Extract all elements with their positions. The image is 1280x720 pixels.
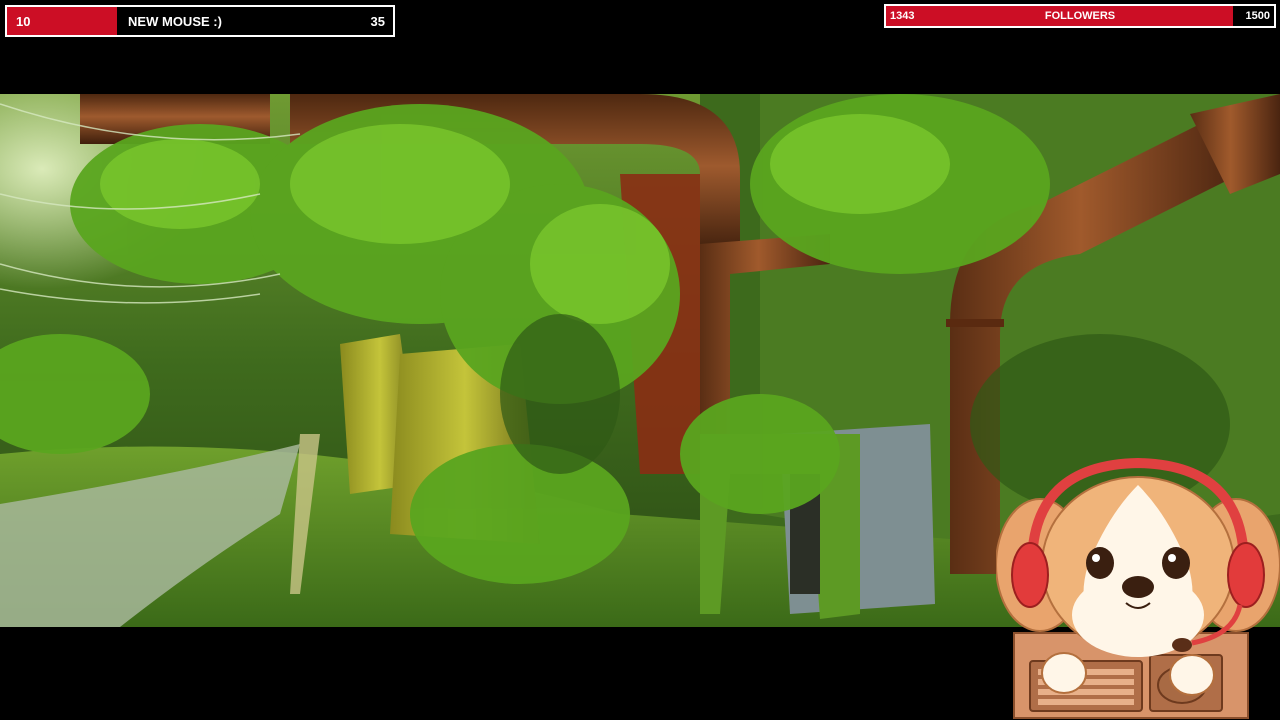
mouse-goal-target: 35: [370, 13, 385, 29]
followers-goal-label: FOLLOWERS: [1044, 10, 1116, 22]
followers-goal-bar: 1343 FOLLOWERS 1500: [884, 4, 1276, 28]
followers-goal-target: 1500: [1245, 10, 1270, 22]
mouse-goal-bar: 10 NEW MOUSE :) 35: [5, 5, 395, 37]
streamer-mascot: [995, 455, 1280, 720]
dog-with-headset-icon: [995, 457, 1280, 719]
stream-overlay: 10 NEW MOUSE :) 35 1343 FOLLOWERS 1500: [0, 0, 1280, 720]
mouse-goal-label: NEW MOUSE :): [128, 13, 222, 29]
